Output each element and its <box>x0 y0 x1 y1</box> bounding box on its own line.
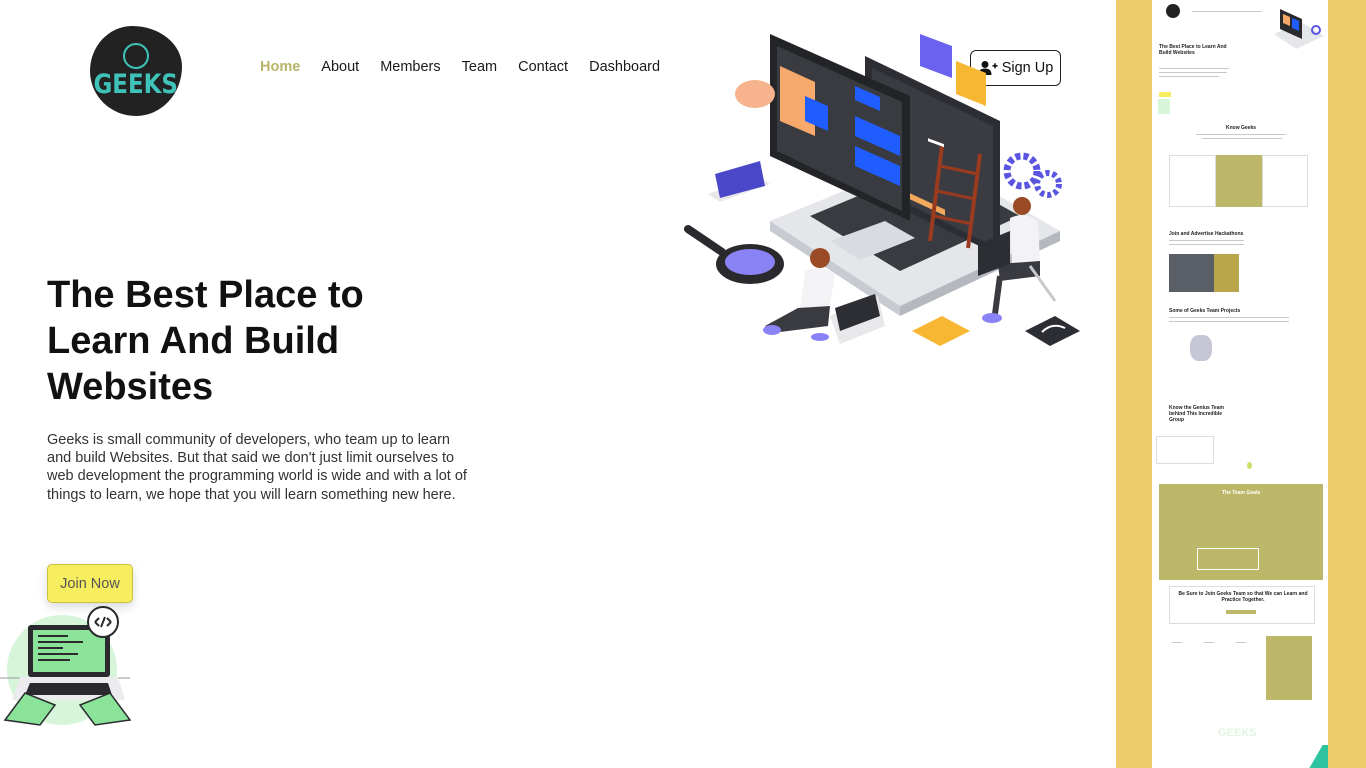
page-preview-sheet: The Best Place to Learn And Build Websit… <box>1152 0 1328 768</box>
main-page: GEEKS Home About Members Team Contact Da… <box>0 0 1116 768</box>
developers-laptop-illustration <box>684 34 1080 346</box>
hero-description: Geeks is small community of developers, … <box>47 432 467 503</box>
brain-icon <box>123 42 149 69</box>
preview-cta-title: Be Sure to Join Geeks Team so that We ca… <box>1178 591 1308 603</box>
nav-about[interactable]: About <box>321 59 359 75</box>
hero-title: The Best Place to Learn And Build Websit… <box>47 274 364 408</box>
preview-logo <box>1166 4 1180 18</box>
preview-projects-title: Some of Geeks Team Projects <box>1169 308 1241 314</box>
preview-hero-title: The Best Place to Learn And Build Websit… <box>1159 44 1227 56</box>
page-preview-panel: The Best Place to Learn And Build Websit… <box>1116 0 1366 768</box>
preview-hackathon-title: Join and Advertise Hackathons <box>1169 231 1244 237</box>
nav-team[interactable]: Team <box>462 59 497 75</box>
nav-home[interactable]: Home <box>260 59 300 75</box>
preview-hero-illustration <box>1274 9 1324 49</box>
preview-goals-title: The Team Goals <box>1222 490 1261 496</box>
preview-team-title: Know the Genius Team behind This Incredi… <box>1169 405 1224 423</box>
logo-text: GEEKS <box>93 68 179 100</box>
coder-laptop-illustration <box>0 606 132 726</box>
geeks-logo[interactable]: GEEKS <box>90 26 182 116</box>
nav-members[interactable]: Members <box>380 59 440 75</box>
main-nav: Home About Members Team Contact Dashboar… <box>260 59 681 75</box>
join-now-button[interactable]: Join Now <box>47 564 133 603</box>
preview-know-title: Know Geeks <box>1226 125 1257 131</box>
nav-dashboard[interactable]: Dashboard <box>589 59 660 75</box>
nav-contact[interactable]: Contact <box>518 59 568 75</box>
preview-footer-logo: GEEKS <box>1218 727 1257 739</box>
